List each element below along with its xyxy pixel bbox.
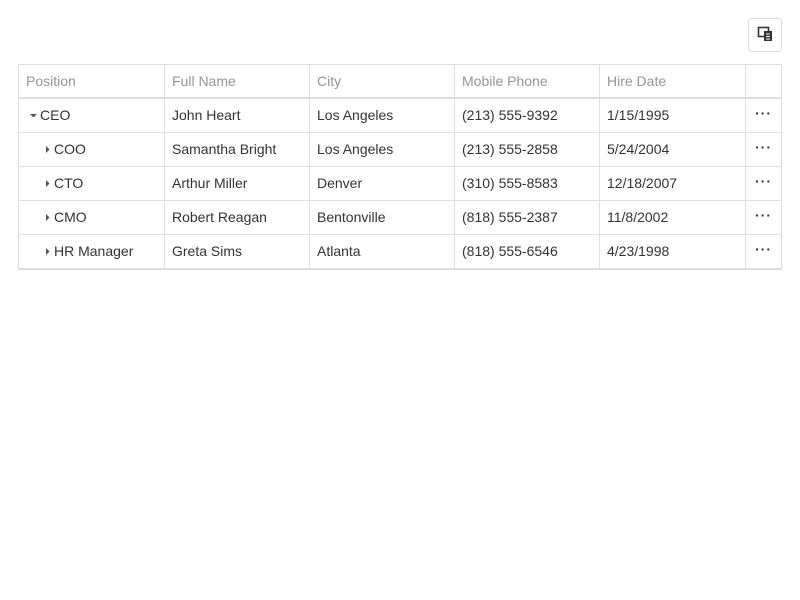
grid-header: Position Full Name City Mobile Phone Hir…: [19, 65, 781, 99]
cell-city: Los Angeles: [310, 99, 455, 132]
cell-hire-date: 1/15/1995: [600, 99, 746, 132]
cell-mobile-phone: (310) 555-8583: [455, 167, 600, 200]
row-actions-button[interactable]: ···: [746, 99, 781, 132]
tree-list: Position Full Name City Mobile Phone Hir…: [18, 64, 782, 270]
chevron-down-icon[interactable]: [26, 107, 40, 123]
cell-city: Denver: [310, 167, 455, 200]
cell-position: HR Manager: [19, 235, 165, 268]
chevron-right-icon[interactable]: [40, 175, 54, 191]
more-icon: ···: [755, 206, 772, 223]
more-icon: ···: [755, 104, 772, 121]
more-icon: ···: [755, 240, 772, 257]
header-position[interactable]: Position: [19, 65, 165, 97]
cell-position: COO: [19, 133, 165, 166]
cell-mobile-phone: (818) 555-6546: [455, 235, 600, 268]
row-actions-button[interactable]: ···: [746, 201, 781, 234]
table-row[interactable]: CTO Arthur Miller Denver (310) 555-8583 12/1…: [19, 167, 781, 201]
cell-position: CEO: [19, 99, 165, 132]
header-full-name[interactable]: Full Name: [165, 65, 310, 97]
row-actions-button[interactable]: ···: [746, 167, 781, 200]
row-actions-button[interactable]: ···: [746, 133, 781, 166]
header-mobile-phone[interactable]: Mobile Phone: [455, 65, 600, 97]
header-actions: [746, 65, 781, 97]
column-chooser-icon: [757, 26, 773, 45]
position-text: COO: [54, 141, 86, 157]
table-row[interactable]: COO Samantha Bright Los Angeles (213) 555-2…: [19, 133, 781, 167]
cell-city: Atlanta: [310, 235, 455, 268]
cell-full-name: Samantha Bright: [165, 133, 310, 166]
toolbar: [18, 18, 782, 54]
cell-hire-date: 4/23/1998: [600, 235, 746, 268]
cell-position: CTO: [19, 167, 165, 200]
chevron-right-icon[interactable]: [40, 141, 54, 157]
grid-body: CEO John Heart Los Angeles (213) 555-9392 1/…: [19, 99, 781, 269]
chevron-right-icon[interactable]: [40, 209, 54, 225]
table-row[interactable]: CEO John Heart Los Angeles (213) 555-9392 1/…: [19, 99, 781, 133]
cell-full-name: Greta Sims: [165, 235, 310, 268]
cell-city: Los Angeles: [310, 133, 455, 166]
cell-full-name: John Heart: [165, 99, 310, 132]
more-icon: ···: [755, 138, 772, 155]
table-row[interactable]: CMO Robert Reagan Bentonville (818) 555-238…: [19, 201, 781, 235]
column-chooser-button[interactable]: [748, 18, 782, 52]
cell-mobile-phone: (213) 555-9392: [455, 99, 600, 132]
position-text: HR Manager: [54, 243, 134, 259]
table-row[interactable]: HR Manager Greta Sims Atlanta (818) 555-654…: [19, 235, 781, 269]
cell-city: Bentonville: [310, 201, 455, 234]
chevron-right-icon[interactable]: [40, 243, 54, 259]
header-hire-date[interactable]: Hire Date: [600, 65, 746, 97]
position-text: CTO: [54, 175, 84, 191]
cell-full-name: Robert Reagan: [165, 201, 310, 234]
cell-mobile-phone: (213) 555-2858: [455, 133, 600, 166]
row-actions-button[interactable]: ···: [746, 235, 781, 268]
position-text: CMO: [54, 209, 87, 225]
position-text: CEO: [40, 107, 71, 123]
cell-position: CMO: [19, 201, 165, 234]
more-icon: ···: [755, 172, 772, 189]
cell-hire-date: 11/8/2002: [600, 201, 746, 234]
header-city[interactable]: City: [310, 65, 455, 97]
cell-full-name: Arthur Miller: [165, 167, 310, 200]
cell-mobile-phone: (818) 555-2387: [455, 201, 600, 234]
cell-hire-date: 12/18/2007: [600, 167, 746, 200]
cell-hire-date: 5/24/2004: [600, 133, 746, 166]
